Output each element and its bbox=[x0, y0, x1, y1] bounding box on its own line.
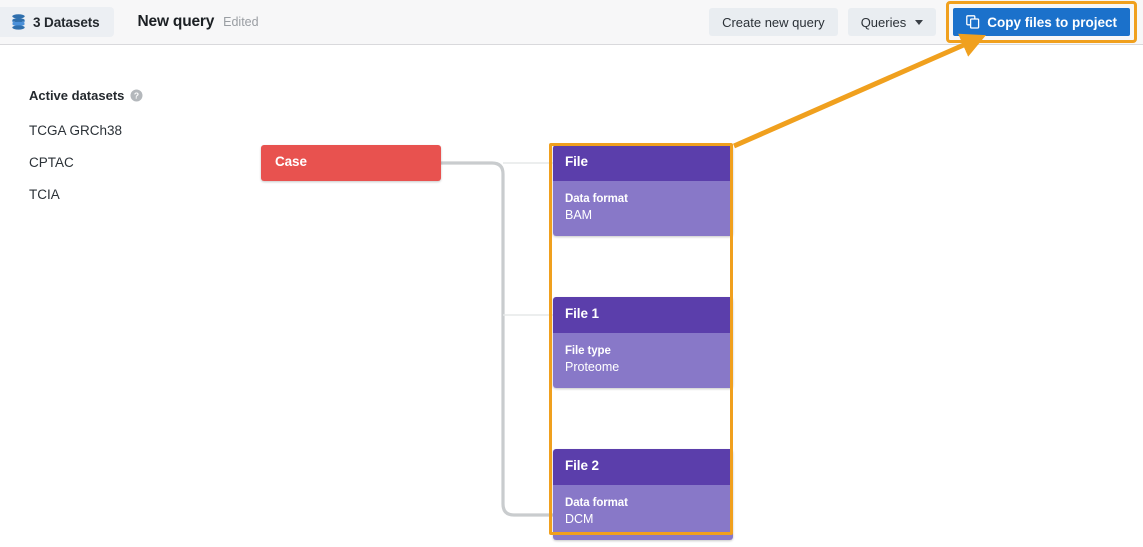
node-file-2-property-value: DCM bbox=[565, 512, 594, 526]
node-case-title: Case bbox=[275, 154, 307, 169]
create-new-query-button[interactable]: Create new query bbox=[709, 8, 838, 36]
node-file-properties: Data format BAM bbox=[553, 181, 733, 236]
query-edited-state: Edited bbox=[223, 15, 259, 29]
top-toolbar: 3 Datasets New query Edited Create new q… bbox=[0, 0, 1143, 45]
node-file-property-value: BAM bbox=[565, 208, 593, 222]
node-file-1-properties: File type Proteome bbox=[553, 333, 733, 388]
node-file-1-title: File 1 bbox=[553, 297, 733, 333]
node-file-2-properties: Data format DCM bbox=[553, 485, 733, 540]
query-title: New query bbox=[137, 13, 215, 30]
toolbar-actions: Create new query Queries Copy files to p… bbox=[709, 1, 1143, 43]
copy-files-label: Copy files to project bbox=[987, 14, 1117, 30]
node-file[interactable]: File Data format BAM bbox=[553, 145, 733, 236]
node-file-1-property-key: File type bbox=[565, 345, 611, 357]
node-file-title: File bbox=[553, 145, 733, 181]
datasets-chip-button[interactable]: 3 Datasets bbox=[0, 7, 114, 37]
query-graph-canvas: Case File Data format BAM File 1 File ty… bbox=[0, 45, 1143, 547]
copy-files-icon bbox=[966, 15, 980, 29]
datasets-chip-label: 3 Datasets bbox=[33, 14, 100, 30]
node-case[interactable]: Case bbox=[261, 145, 441, 181]
database-stack-icon bbox=[11, 14, 26, 30]
node-file-2-title: File 2 bbox=[553, 449, 733, 485]
copy-files-highlight-frame: Copy files to project bbox=[946, 1, 1137, 43]
copy-files-to-project-button[interactable]: Copy files to project bbox=[953, 8, 1130, 36]
queries-label: Queries bbox=[860, 14, 907, 30]
node-file-property-key: Data format bbox=[565, 193, 628, 205]
node-file-1-property-value: Proteome bbox=[565, 360, 620, 374]
create-new-query-label: Create new query bbox=[722, 14, 825, 30]
chevron-down-icon bbox=[915, 19, 924, 25]
node-file-2-property-key: Data format bbox=[565, 497, 628, 509]
queries-dropdown-button[interactable]: Queries bbox=[847, 8, 937, 36]
node-file-1[interactable]: File 1 File type Proteome bbox=[553, 297, 733, 388]
node-file-2[interactable]: File 2 Data format DCM bbox=[553, 449, 733, 540]
